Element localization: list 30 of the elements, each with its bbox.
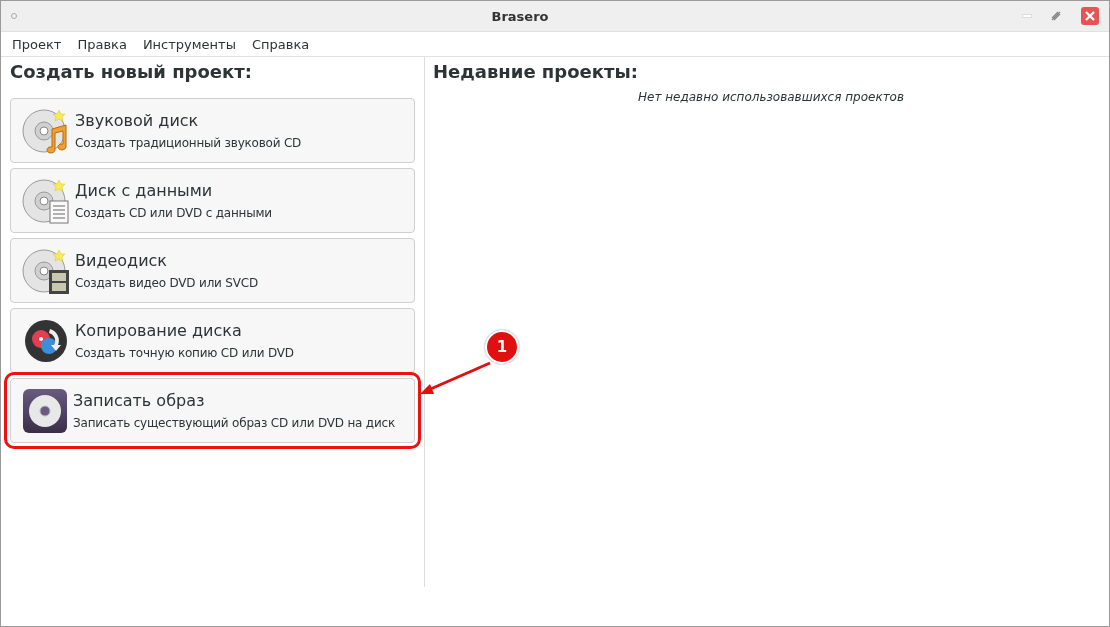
project-description: Создать традиционный звуковой CD [75, 136, 302, 150]
callout-badge: 1 [485, 330, 519, 364]
project-type-button[interactable]: Диск с данными Создать CD или DVD с данными [10, 168, 415, 233]
project-title: Копирование диска [75, 321, 243, 340]
section-heading: Создать новый проект: [10, 61, 253, 82]
project-type-button[interactable]: Копирование диска Создать точную копию CD или DVD [10, 308, 415, 373]
window-title: Brasero [490, 8, 550, 24]
section-heading: Недавние проекты: [433, 61, 639, 82]
empty-message: Нет недавно использовавшихся проектов [637, 90, 905, 104]
disc-icon [22, 246, 70, 295]
project-type-button[interactable]: Звуковой диск Создать традиционный звуковой CD [10, 98, 415, 163]
project-title: Видеодиск [75, 251, 168, 270]
project-title: Звуковой диск [75, 111, 200, 130]
project-description: Записать существующий образ CD или DVD на диск [73, 416, 395, 430]
menu-item[interactable]: Справка [251, 36, 310, 52]
disc-image-icon [22, 387, 68, 434]
disc-icon [22, 176, 70, 225]
project-title: Диск с данными [75, 181, 214, 200]
project-description: Создать видео DVD или SVCD [75, 276, 258, 290]
project-title: Записать образ [73, 391, 206, 410]
menu-item[interactable]: Правка [77, 36, 127, 52]
close-icon [1084, 10, 1096, 22]
project-description: Создать CD или DVD с данными [75, 206, 272, 220]
project-type-button[interactable]: Видеодиск Создать видео DVD или SVCD [10, 238, 415, 303]
menu-item[interactable]: Инструменты [142, 36, 236, 52]
menu-item[interactable]: Проект [12, 36, 62, 52]
maximize-icon[interactable] [1051, 11, 1061, 21]
close-button[interactable] [1081, 7, 1099, 25]
project-description: Создать точную копию CD или DVD [75, 346, 294, 360]
disc-icon [22, 106, 70, 155]
